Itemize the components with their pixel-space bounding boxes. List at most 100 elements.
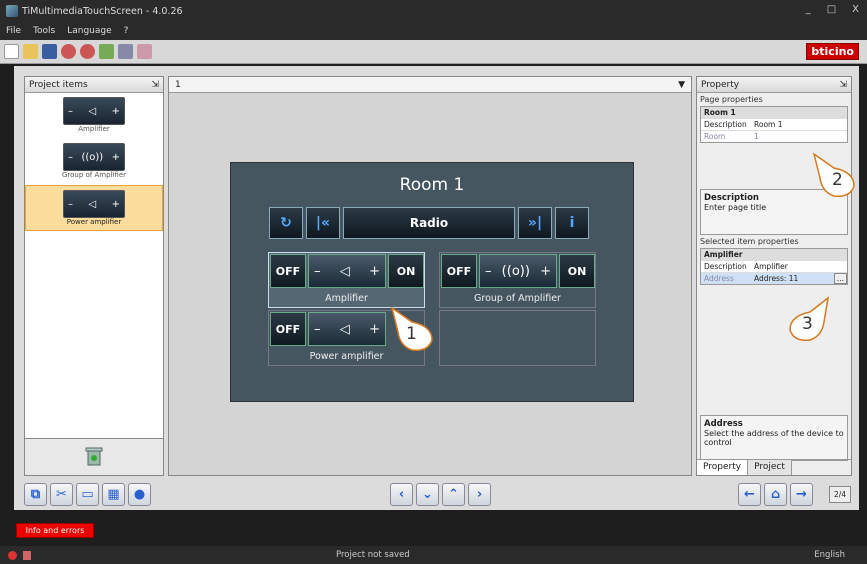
menu-help[interactable]: ? bbox=[124, 26, 129, 36]
on-button[interactable]: ON bbox=[559, 254, 595, 288]
panel-title: Project items bbox=[29, 79, 88, 90]
item-description-value[interactable]: Amplifier bbox=[751, 261, 791, 272]
page-selector-value: 1 bbox=[175, 79, 181, 90]
description-value[interactable]: Room 1 bbox=[751, 119, 786, 130]
empty-cell[interactable] bbox=[439, 310, 596, 366]
page-properties-grid: Room 1 Description Room 1 Room 1 bbox=[700, 106, 848, 143]
toolbar: bticino bbox=[0, 40, 867, 64]
project-item-amplifier[interactable]: – ◁ + Amplifier bbox=[25, 93, 163, 139]
callout-number: 1 bbox=[406, 324, 417, 344]
trash-icon bbox=[85, 447, 103, 466]
group-amplifier-thumbnail: – ((o)) + bbox=[63, 143, 125, 171]
pin-icon[interactable]: ⇲ bbox=[839, 80, 847, 90]
palette-icon[interactable]: ● bbox=[128, 482, 151, 506]
menu-file[interactable]: File bbox=[6, 26, 21, 36]
power-amplifier-thumbnail: – ◁ + bbox=[63, 190, 125, 218]
page-title: Room 1 bbox=[399, 175, 465, 195]
save-icon[interactable] bbox=[42, 44, 57, 59]
source-cycle-button[interactable]: ↻ bbox=[269, 207, 303, 239]
browse-address-button[interactable]: ... bbox=[833, 273, 847, 284]
room-value[interactable]: 1 bbox=[751, 131, 762, 142]
move-left-icon[interactable]: ‹ bbox=[390, 482, 413, 506]
property-key: Address bbox=[704, 274, 734, 283]
app-icon bbox=[6, 5, 18, 17]
trash-area[interactable] bbox=[24, 438, 164, 476]
help-text: Select the address of the device to cont… bbox=[704, 429, 844, 447]
page-selector[interactable]: 1 ▼ bbox=[169, 77, 691, 93]
project-item-group-amplifier[interactable]: – ((o)) + Group of Amplifier bbox=[25, 139, 163, 185]
menu-tools[interactable]: Tools bbox=[33, 26, 55, 36]
bticino-logo: bticino bbox=[806, 43, 859, 60]
callout-3: 3 bbox=[782, 294, 832, 347]
status-bar: Project not saved English bbox=[0, 546, 867, 564]
tab-project[interactable]: Project bbox=[748, 460, 792, 475]
callout-number: 2 bbox=[832, 170, 843, 190]
property-key: Description bbox=[704, 120, 747, 129]
page-canvas: Room 1 ↻ |« Radio »| i OFF – ◁ + ON Amplif… bbox=[230, 162, 634, 402]
cell-label: Group of Amplifier bbox=[474, 293, 561, 304]
amplifier-thumbnail: – ◁ + bbox=[63, 97, 125, 125]
paste-icon[interactable]: ▭ bbox=[76, 482, 99, 506]
on-button[interactable]: ON bbox=[388, 254, 424, 288]
device-icon[interactable] bbox=[118, 44, 133, 59]
transfer-icon[interactable] bbox=[99, 44, 114, 59]
info-errors-button[interactable]: Info and errors bbox=[16, 523, 94, 538]
move-down-icon[interactable]: ⌄ bbox=[416, 482, 439, 506]
minimize-button[interactable]: _ bbox=[806, 4, 811, 15]
close-button[interactable]: X bbox=[852, 4, 859, 15]
help-title: Address bbox=[704, 419, 743, 429]
export-icon[interactable] bbox=[80, 44, 95, 59]
panel-title: Property bbox=[701, 79, 740, 90]
off-button[interactable]: OFF bbox=[441, 254, 477, 288]
menu-bar: File Tools Language ? bbox=[0, 22, 867, 40]
project-item-label: Power amplifier bbox=[66, 218, 122, 226]
next-page-icon[interactable]: → bbox=[790, 482, 813, 506]
doc-icon bbox=[23, 550, 31, 560]
cell-label: Amplifier bbox=[325, 293, 368, 304]
project-item-label: Group of Amplifier bbox=[61, 171, 127, 179]
tab-property[interactable]: Property bbox=[697, 460, 749, 475]
source-info-button[interactable]: i bbox=[555, 207, 589, 239]
move-right-icon[interactable]: › bbox=[468, 482, 491, 506]
copy-icon[interactable]: ⧉ bbox=[24, 482, 47, 506]
volume-control[interactable]: – ◁ + bbox=[308, 312, 386, 346]
off-button[interactable]: OFF bbox=[270, 254, 306, 288]
new-file-icon[interactable] bbox=[4, 44, 19, 59]
window-title: TiMultimediaTouchScreen - 4.0.26 bbox=[22, 5, 183, 17]
import-icon[interactable] bbox=[61, 44, 76, 59]
home-icon[interactable]: ⌂ bbox=[764, 482, 787, 506]
address-value[interactable]: Address: 11 bbox=[751, 273, 834, 284]
maximize-button[interactable]: □ bbox=[827, 4, 836, 15]
item-properties-grid: Amplifier Description Amplifier Address Ad… bbox=[700, 248, 848, 285]
options-icon[interactable] bbox=[137, 44, 152, 59]
language-indicator[interactable]: English bbox=[814, 550, 845, 560]
project-item-power-amplifier[interactable]: – ◁ + Power amplifier bbox=[25, 185, 163, 231]
volume-control[interactable]: – ((o)) + bbox=[479, 254, 557, 288]
previous-track-button[interactable]: |« bbox=[306, 207, 340, 239]
chevron-down-icon[interactable]: ▼ bbox=[678, 80, 685, 90]
source-nav: ↻ |« Radio »| i bbox=[269, 207, 589, 239]
open-folder-icon[interactable] bbox=[23, 44, 38, 59]
page-counter: 2/4 bbox=[829, 486, 851, 503]
property-key: Room bbox=[704, 132, 726, 141]
project-item-label: Amplifier bbox=[78, 125, 110, 133]
menu-language[interactable]: Language bbox=[67, 26, 111, 36]
callout-1: 1 bbox=[388, 304, 438, 357]
callout-number: 3 bbox=[802, 314, 813, 334]
amplifier-cell[interactable]: OFF – ◁ + ON Amplifier bbox=[268, 252, 425, 308]
grid-icon[interactable]: ▦ bbox=[102, 482, 125, 506]
title-bar: TiMultimediaTouchScreen - 4.0.26 _ □ X bbox=[0, 0, 867, 22]
move-up-icon[interactable]: ⌃ bbox=[442, 482, 465, 506]
selected-properties-label: Selected item properties bbox=[700, 237, 799, 246]
status-text: Project not saved bbox=[336, 550, 410, 560]
group-amplifier-cell[interactable]: OFF – ((o)) + ON Group of Amplifier bbox=[439, 252, 596, 308]
callout-2: 2 bbox=[810, 150, 860, 203]
pin-icon[interactable]: ⇲ bbox=[151, 80, 159, 90]
bottom-toolbar: ⧉ ✂ ▭ ▦ ● ‹ ⌄ ⌃ › ← ⌂ → 2/4 bbox=[14, 478, 859, 510]
next-track-button[interactable]: »| bbox=[518, 207, 552, 239]
volume-control[interactable]: – ◁ + bbox=[308, 254, 386, 288]
off-button[interactable]: OFF bbox=[270, 312, 306, 346]
previous-page-icon[interactable]: ← bbox=[738, 482, 761, 506]
source-display: Radio bbox=[343, 207, 515, 239]
cut-icon[interactable]: ✂ bbox=[50, 482, 73, 506]
